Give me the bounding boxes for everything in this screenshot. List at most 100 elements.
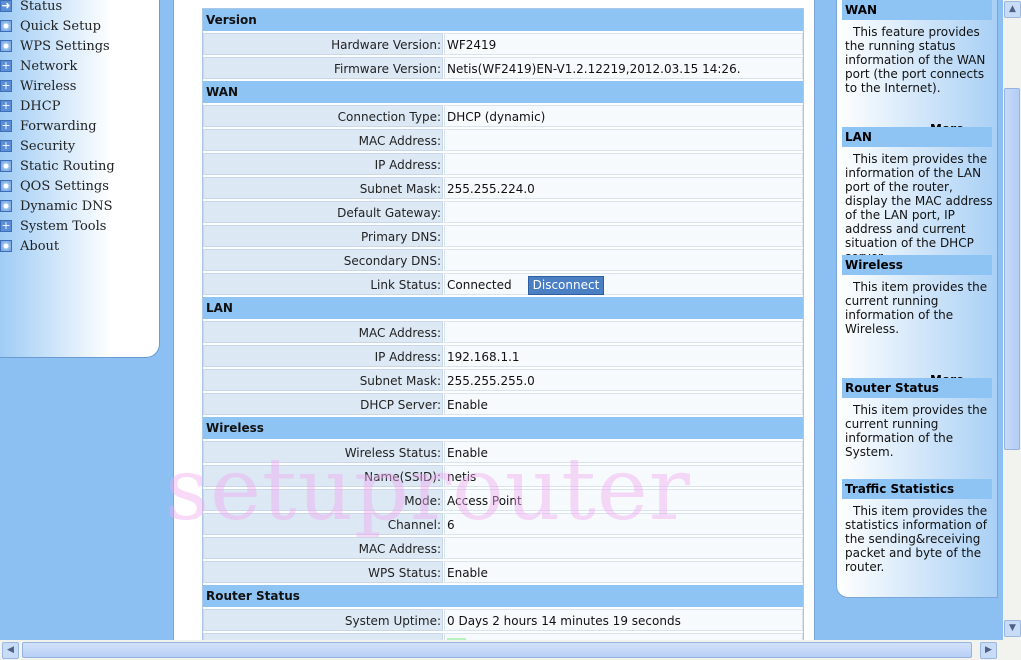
row-value: 192.168.1.1 — [444, 345, 803, 367]
row-value — [444, 537, 803, 559]
row-label: Mode: — [203, 489, 443, 511]
row-value — [444, 129, 803, 151]
plus-icon: + — [0, 59, 12, 72]
table-row: MAC Address: — [203, 321, 803, 343]
nav-label: System Tools — [20, 218, 107, 234]
nav-item-qos-settings[interactable]: QOS Settings — [0, 176, 109, 196]
table-row: DHCP Server: Enable — [203, 393, 803, 415]
section-header: Router Status — [203, 585, 803, 607]
row-label: Subnet Mask: — [203, 369, 443, 391]
help-text: This item provides the current running i… — [845, 280, 988, 336]
table-row: MAC Address: — [203, 129, 803, 151]
help-text: This item provides the information of th… — [845, 152, 993, 264]
plus-icon: + — [0, 119, 12, 132]
nav-item-static-routing[interactable]: Static Routing — [0, 156, 115, 176]
row-label: Link Status: — [203, 273, 443, 295]
row-label: WPS Status: — [203, 561, 443, 583]
row-value: netis — [444, 465, 803, 487]
horizontal-scroll-thumb[interactable] — [22, 642, 972, 658]
help-text: This feature provides the running status… — [845, 25, 986, 95]
scroll-thumb[interactable] — [1004, 88, 1020, 450]
disconnect-button[interactable]: Disconnect — [527, 276, 605, 295]
plus-icon: + — [0, 139, 12, 152]
nav-item-quick-setup[interactable]: Quick Setup — [0, 16, 101, 36]
value-text: Enable — [447, 566, 488, 580]
value-text: 255.255.255.0 — [447, 374, 535, 388]
value-text: WF2419 — [447, 38, 497, 52]
section-header: WAN — [203, 81, 803, 103]
nav-item-wps-settings[interactable]: WPS Settings — [0, 36, 110, 56]
help-heading: Router Status — [842, 378, 992, 398]
nav-item-security[interactable]: + Security — [0, 136, 75, 156]
row-label: Hardware Version: — [203, 33, 443, 55]
section-header: Version — [203, 9, 803, 31]
value-text: 192.168.1.1 — [447, 350, 520, 364]
scroll-down-button[interactable]: ▼ — [1004, 620, 1021, 637]
row-value: WF2419 — [444, 33, 803, 55]
plus-icon: + — [0, 79, 12, 92]
table-row: IP Address: 192.168.1.1 — [203, 345, 803, 367]
row-value — [444, 201, 803, 223]
table-row: MAC Address: — [203, 537, 803, 559]
table-row: WPS Status: Enable — [203, 561, 803, 583]
nav-item-network[interactable]: + Network — [0, 56, 77, 76]
help-text: This item provides the statistics inform… — [845, 504, 988, 574]
help-text: This item provides the current running i… — [845, 403, 988, 459]
nav-label: Quick Setup — [20, 18, 101, 34]
dot-icon — [0, 160, 12, 172]
section-header: Wireless — [203, 417, 803, 439]
nav-item-about[interactable]: About — [0, 236, 59, 256]
row-value: Enable — [444, 561, 803, 583]
help-heading: LAN — [842, 127, 992, 147]
row-label: Firmware Version: — [203, 57, 443, 79]
table-row: System Uptime: 0 Days 2 hours 14 minutes … — [203, 609, 803, 631]
plus-icon: + — [0, 219, 12, 232]
scroll-up-button[interactable]: ▲ — [1004, 1, 1021, 18]
value-text: Connected — [447, 278, 512, 292]
table-row: Channel: 6 — [203, 513, 803, 535]
dot-icon — [0, 180, 12, 192]
nav-item-system-tools[interactable]: + System Tools — [0, 216, 106, 236]
value-text: DHCP (dynamic) — [447, 110, 546, 124]
row-label: MAC Address: — [203, 321, 443, 343]
nav-item-wireless[interactable]: + Wireless — [0, 76, 76, 96]
row-value: Enable — [444, 393, 803, 415]
nav-item-dynamic-dns[interactable]: Dynamic DNS — [0, 196, 113, 216]
table-row: Mode: Access Point — [203, 489, 803, 511]
nav-label: DHCP — [20, 98, 61, 114]
row-label: IP Address: — [203, 345, 443, 367]
row-label: Channel: — [203, 513, 443, 535]
table-row: Firmware Version: Netis(WF2419)EN-V1.2.12… — [203, 57, 803, 79]
nav-label: Static Routing — [20, 158, 115, 174]
nav-label: QOS Settings — [20, 178, 109, 194]
table-row: Hardware Version: WF2419 — [203, 33, 803, 55]
table-row: Link Status: Connected Disconnect — [203, 273, 803, 295]
value-text: 0 Days 2 hours 14 minutes 19 seconds — [447, 614, 681, 628]
nav-item-forwarding[interactable]: + Forwarding — [0, 116, 97, 136]
row-label: Primary DNS: — [203, 225, 443, 247]
row-value: Enable — [444, 441, 803, 463]
row-value: Access Point — [444, 489, 803, 511]
table-row: Wireless Status: Enable — [203, 441, 803, 463]
nav-item-status[interactable]: ➜ Status — [0, 0, 62, 16]
nav-label: Status — [20, 0, 63, 14]
value-text: Netis(WF2419)EN-V1.2.12219,2012.03.15 14… — [447, 62, 741, 76]
table-row: Connection Type: DHCP (dynamic) — [203, 105, 803, 127]
row-label: Connection Type: — [203, 105, 443, 127]
row-label: Wireless Status: — [203, 441, 443, 463]
nav-item-dhcp[interactable]: + DHCP — [0, 96, 60, 116]
value-text: Access Point — [447, 494, 522, 508]
row-value: 255.255.224.0 — [444, 177, 803, 199]
row-value — [444, 321, 803, 343]
horizontal-scrollbar[interactable]: ◀ ▶ — [0, 640, 1021, 660]
scroll-left-button[interactable]: ◀ — [2, 642, 19, 659]
vertical-scrollbar[interactable]: ▲ ▼ — [1003, 0, 1021, 640]
table-row: Default Gateway: — [203, 201, 803, 223]
nav-label: Network — [20, 58, 78, 74]
help-panel: WAN This feature provides the running sta… — [836, 0, 998, 598]
scroll-right-button[interactable]: ▶ — [980, 642, 997, 659]
dot-icon — [0, 20, 12, 32]
section-header: LAN — [203, 297, 803, 319]
row-label: Secondary DNS: — [203, 249, 443, 271]
row-value: 6 — [444, 513, 803, 535]
